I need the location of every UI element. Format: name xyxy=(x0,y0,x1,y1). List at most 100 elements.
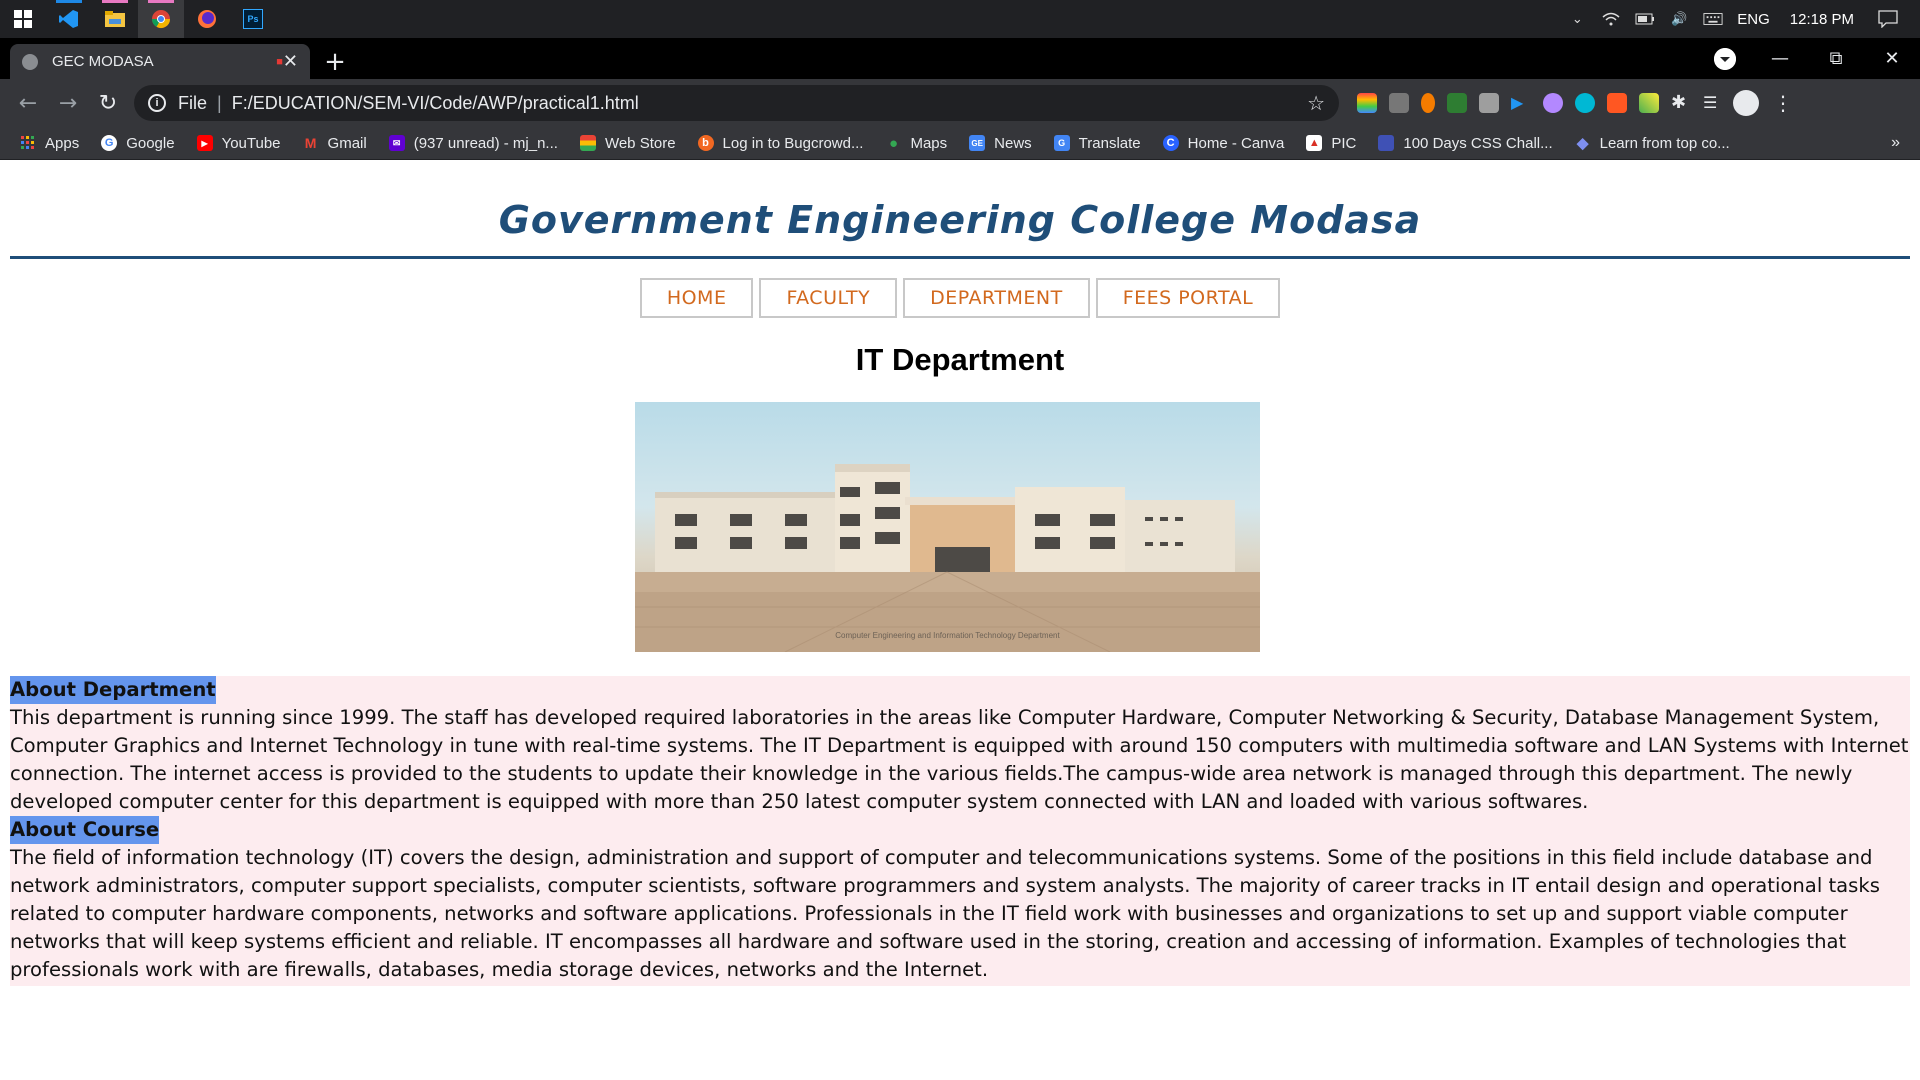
address-separator: | xyxy=(217,92,222,113)
vscode-icon[interactable] xyxy=(46,0,92,38)
web-page: Government Engineering College Modasa HO… xyxy=(0,160,1920,1080)
menu-home[interactable]: HOME xyxy=(639,278,754,318)
extension-orange-icon[interactable] xyxy=(1421,93,1435,113)
diamond-icon: ◆ xyxy=(1576,135,1589,152)
school-icon: ■ xyxy=(276,55,283,68)
gmail-icon: M xyxy=(304,135,317,151)
forward-arrow-icon[interactable]: → xyxy=(48,83,88,123)
chrome-icon[interactable] xyxy=(138,0,184,38)
minimize-button[interactable]: — xyxy=(1752,48,1808,69)
notification-icon[interactable] xyxy=(1878,10,1898,28)
bookmark-label: Home - Canva xyxy=(1187,134,1285,152)
bookmark-news[interactable]: GE News xyxy=(969,135,1032,152)
web-store-icon xyxy=(579,135,596,151)
about-department-heading: About Department xyxy=(10,676,216,704)
extension-colorful-icon[interactable] xyxy=(1357,93,1377,113)
extension-eye-icon[interactable] xyxy=(1639,93,1659,113)
reload-icon[interactable]: ↻ xyxy=(88,83,128,123)
css-challenge-icon xyxy=(1378,135,1395,151)
apps-grid-icon xyxy=(20,135,36,151)
bookmark-star-icon[interactable]: ☆ xyxy=(1307,91,1325,116)
restore-button[interactable]: ⧉ xyxy=(1808,48,1864,69)
firefox-icon[interactable] xyxy=(184,0,230,38)
browser-tab[interactable]: GEC MODASA ■ ✕ xyxy=(10,44,310,79)
extension-green-icon[interactable] xyxy=(1447,93,1467,113)
menu-department[interactable]: DEPARTMENT xyxy=(903,278,1090,318)
bookmark-apps[interactable]: Apps xyxy=(20,135,79,152)
department-building-image: Computer Engineering and Information Tec… xyxy=(635,402,1260,652)
bookmark-css-challenge[interactable]: 100 Days CSS Chall... xyxy=(1378,134,1553,152)
main-menu: HOME FACULTY DEPARTMENT FEES PORTAL xyxy=(0,278,1920,318)
bookmark-label: Apps xyxy=(45,134,80,152)
windows-taskbar: Ps ⌄ 🔊 ENG 12:18 PM xyxy=(0,0,1920,38)
new-tab-button[interactable]: + xyxy=(318,44,352,79)
address-bar[interactable]: i File | F:/EDUCATION/SEM-VI/Code/AWP/pr… xyxy=(134,85,1339,121)
play-extension-icon[interactable]: ▶ xyxy=(1511,93,1531,113)
camera-extension-icon[interactable] xyxy=(1479,93,1499,113)
globe-icon xyxy=(22,53,38,70)
bookmark-label: Gmail xyxy=(327,134,367,152)
department-content: About Department This department is runn… xyxy=(10,676,1910,986)
avatar[interactable] xyxy=(1733,90,1759,116)
close-tab-icon[interactable]: ✕ xyxy=(283,51,298,72)
about-department-text: This department is running since 1999. T… xyxy=(10,706,1909,813)
department-heading: IT Department xyxy=(855,342,1065,377)
browser-toolbar: ← → ↻ i File | F:/EDUCATION/SEM-VI/Code/… xyxy=(0,79,1920,127)
bookmark-youtube[interactable]: ▶ YouTube xyxy=(196,134,281,152)
wifi-icon[interactable] xyxy=(1601,11,1621,27)
yahoo-mail-icon: ✉ xyxy=(388,135,405,151)
menu-fees-portal[interactable]: FEES PORTAL xyxy=(1095,278,1281,318)
bookmark-label: News xyxy=(994,134,1032,152)
extension-red-icon[interactable] xyxy=(1607,93,1627,113)
maps-icon: ● xyxy=(888,134,898,152)
media-queue-icon[interactable]: ☰ xyxy=(1703,93,1723,113)
clock[interactable]: 12:18 PM xyxy=(1790,11,1854,28)
bookmark-label: 100 Days CSS Chall... xyxy=(1403,134,1553,152)
bookmark-maps[interactable]: ● Maps xyxy=(885,135,947,152)
profile-dropdown-icon[interactable] xyxy=(1714,47,1736,70)
bookmark-google[interactable]: G Google xyxy=(101,135,175,152)
bookmarks-overflow-icon[interactable]: » xyxy=(1891,134,1900,152)
file-explorer-icon[interactable] xyxy=(92,0,138,38)
photoshop-label: Ps xyxy=(243,9,263,29)
bookmark-label: PIC xyxy=(1331,134,1357,152)
windows-start-icon[interactable] xyxy=(0,0,46,38)
translate-icon: G xyxy=(1053,135,1070,151)
menu-faculty[interactable]: FACULTY xyxy=(759,278,898,318)
back-arrow-icon[interactable]: ← xyxy=(8,83,48,123)
title-divider xyxy=(10,256,1910,259)
chevron-up-icon[interactable]: ⌄ xyxy=(1567,11,1587,27)
canva-icon: C xyxy=(1162,135,1179,151)
bookmark-label: Translate xyxy=(1078,134,1141,152)
google-icon: G xyxy=(101,135,118,151)
bookmark-translate[interactable]: G Translate xyxy=(1053,134,1141,152)
bookmark-canva[interactable]: C Home - Canva xyxy=(1162,134,1285,152)
close-window-button[interactable]: ✕ xyxy=(1864,48,1920,69)
browser-tab-strip: GEC MODASA ■ ✕ + — ⧉ ✕ xyxy=(0,38,1920,79)
bookmark-yahoo-mail[interactable]: ✉ (937 unread) - mj_n... xyxy=(388,135,558,152)
bookmark-learn[interactable]: ◆ Learn from top co... xyxy=(1575,135,1730,153)
keyboard-icon[interactable] xyxy=(1703,11,1723,27)
bookmark-web-store[interactable]: Web Store xyxy=(579,135,676,152)
pic-icon: ▲ xyxy=(1306,135,1323,151)
extension-cyan-icon[interactable] xyxy=(1575,93,1595,113)
bookmark-pic[interactable]: ▲ PIC xyxy=(1306,135,1356,152)
image-caption: Computer Engineering and Information Tec… xyxy=(835,631,1060,640)
tab-title: GEC MODASA xyxy=(52,53,154,70)
about-course-text: The field of information technology (IT)… xyxy=(10,846,1880,981)
extension-purple-icon[interactable] xyxy=(1543,93,1563,113)
bookmark-gmail[interactable]: M Gmail xyxy=(303,135,367,152)
extensions-puzzle-icon[interactable]: ✱ xyxy=(1671,93,1691,113)
youtube-icon: ▶ xyxy=(196,135,213,151)
battery-icon[interactable] xyxy=(1635,11,1655,27)
bookmarks-bar: Apps G Google ▶ YouTube M Gmail ✉ (937 u… xyxy=(0,127,1920,160)
info-icon[interactable]: i xyxy=(148,94,166,112)
language-indicator[interactable]: ENG xyxy=(1737,11,1770,28)
photoshop-icon[interactable]: Ps xyxy=(230,0,276,38)
bookmark-bugcrowd[interactable]: b Log in to Bugcrowd... xyxy=(697,135,863,152)
volume-icon[interactable]: 🔊 xyxy=(1669,11,1689,27)
menu-kebab-icon[interactable]: ⋮ xyxy=(1773,91,1793,115)
bookmark-label: YouTube xyxy=(221,134,281,152)
extension-pdf-icon[interactable] xyxy=(1389,93,1409,113)
url-text[interactable]: F:/EDUCATION/SEM-VI/Code/AWP/practical1.… xyxy=(232,93,1307,114)
